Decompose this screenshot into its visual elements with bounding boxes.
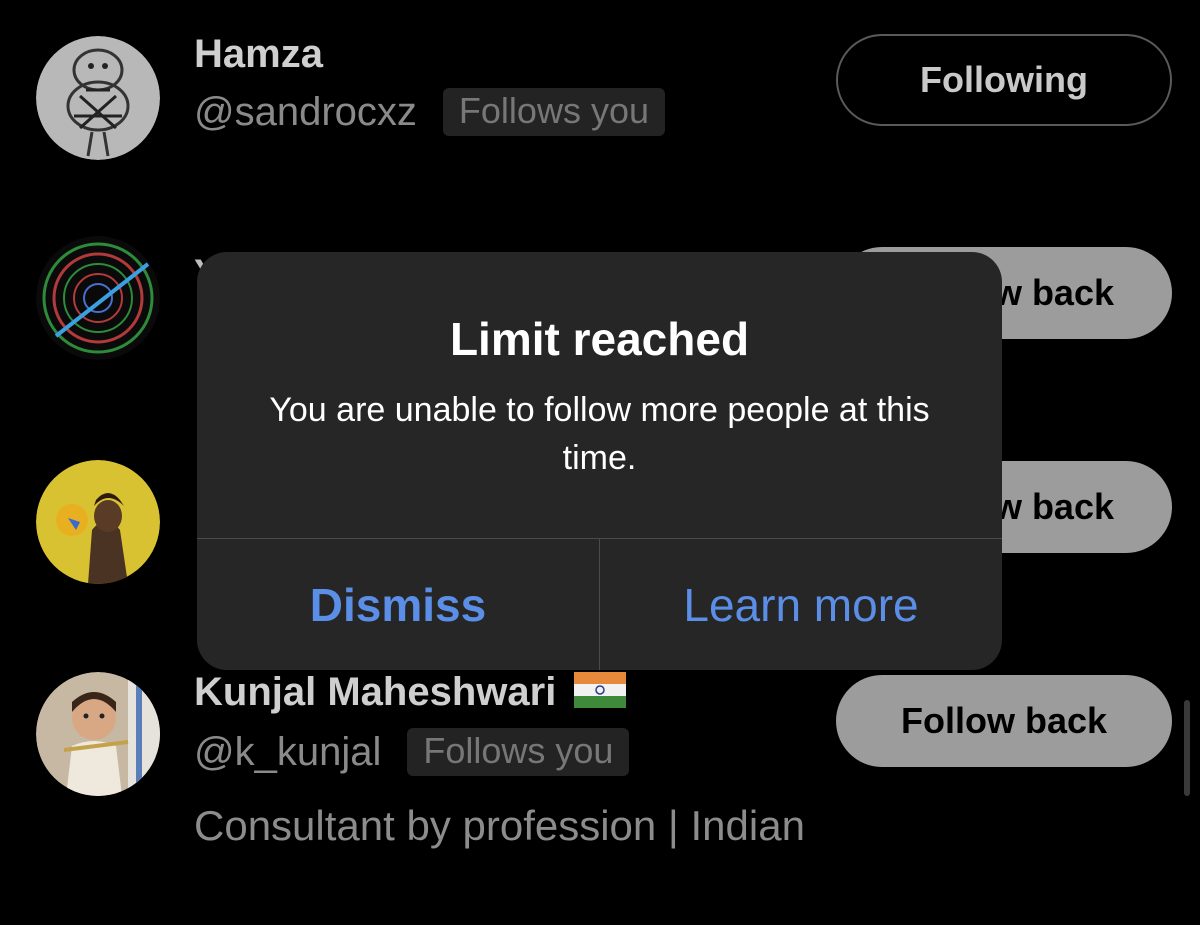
sketch-avatar-icon [36, 36, 160, 160]
avatar[interactable] [36, 236, 160, 360]
user-bio: Consultant by profession | Indian [194, 802, 805, 849]
list-item[interactable]: Kunjal Maheshwari @k_kunjal Follows you … [0, 650, 1200, 925]
user-name-row: Kunjal Maheshwari [194, 670, 627, 715]
follow-back-label: w back [993, 272, 1114, 313]
handle-row: @sandrocxz Follows you [194, 88, 665, 136]
alert-title: Limit reached [449, 313, 750, 365]
user-name: Kunjal Maheshwari [194, 670, 557, 714]
follow-back-label: w back [993, 486, 1114, 527]
follows-you-badge: Follows you [407, 728, 630, 776]
spiral-avatar-icon [36, 236, 160, 360]
follows-you-badge: Follows you [442, 88, 665, 136]
follow-back-button[interactable]: Follow back [836, 675, 1172, 767]
avatar[interactable] [36, 36, 160, 160]
alert-message: You are unable to follow more people at … [269, 391, 930, 477]
avatar[interactable] [36, 672, 160, 796]
user-handle: @k_kunjal [194, 729, 382, 774]
user-name: Hamza [194, 32, 323, 76]
handle-row: @k_kunjal Follows you [194, 728, 630, 776]
user-handle: @sandrocxz [194, 89, 417, 134]
list-item[interactable]: Hamza @sandrocxz Follows you Following [0, 0, 1200, 200]
learn-more-button[interactable]: Learn more [600, 539, 1002, 670]
portrait-avatar-icon [36, 460, 160, 584]
avatar[interactable] [36, 460, 160, 584]
child-avatar-icon [36, 672, 160, 796]
following-button[interactable]: Following [836, 34, 1172, 126]
scrollbar[interactable] [1184, 700, 1190, 796]
follower-list-screen: Hamza @sandrocxz Follows you Following Y… [0, 0, 1200, 925]
india-flag-icon [574, 672, 627, 709]
dismiss-button[interactable]: Dismiss [197, 539, 599, 670]
limit-reached-alert: Limit reached You are unable to follow m… [197, 252, 1002, 670]
